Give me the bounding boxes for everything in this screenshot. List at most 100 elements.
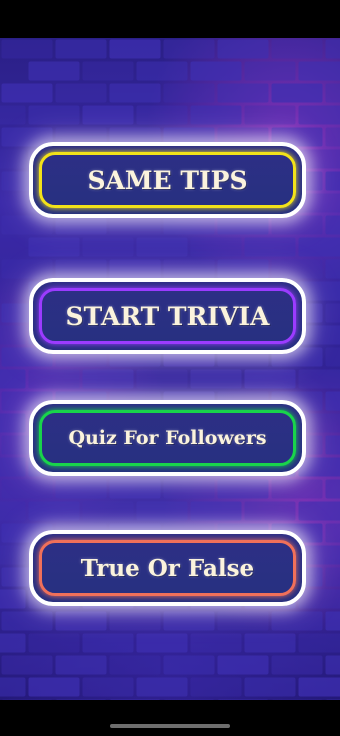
brick xyxy=(244,677,296,697)
brick xyxy=(325,347,340,367)
brick xyxy=(109,83,161,103)
brick xyxy=(0,62,26,81)
brick xyxy=(0,413,26,433)
brick xyxy=(82,61,134,81)
brick xyxy=(28,369,80,389)
brick xyxy=(109,655,161,675)
brick xyxy=(271,259,323,279)
brick xyxy=(28,237,80,257)
brick xyxy=(109,259,161,279)
brick xyxy=(136,237,188,257)
brick xyxy=(217,39,269,59)
brick xyxy=(217,611,269,631)
brick xyxy=(325,303,340,323)
brick xyxy=(190,501,242,521)
true-or-false-button-frame: True Or False xyxy=(39,540,296,596)
brick xyxy=(1,215,53,235)
brick xyxy=(298,501,340,521)
brick xyxy=(1,655,53,675)
brick xyxy=(0,677,26,697)
brick xyxy=(136,369,188,389)
brick xyxy=(163,611,215,631)
brick xyxy=(190,105,242,125)
brick xyxy=(82,105,134,125)
brick xyxy=(109,611,161,631)
brick xyxy=(55,655,107,675)
brick xyxy=(28,61,80,81)
brick xyxy=(244,369,296,389)
brick xyxy=(0,149,26,169)
brick xyxy=(163,479,215,499)
brick xyxy=(0,105,26,125)
start-trivia-label: START TRIVIA xyxy=(65,301,270,331)
brick xyxy=(28,501,80,521)
brick xyxy=(298,633,340,653)
brick xyxy=(298,105,340,125)
true-or-false-label: True Or False xyxy=(80,554,255,582)
brick xyxy=(325,567,340,587)
brick xyxy=(0,589,26,609)
brick xyxy=(325,39,340,59)
brick xyxy=(217,259,269,279)
brick xyxy=(298,677,340,697)
brick xyxy=(298,369,340,389)
brick xyxy=(0,325,26,345)
brick xyxy=(325,655,340,675)
brick xyxy=(0,457,26,477)
brick xyxy=(1,479,53,499)
brick xyxy=(325,479,340,499)
brick xyxy=(190,369,242,389)
brick xyxy=(82,369,134,389)
brick xyxy=(325,83,340,103)
brick xyxy=(55,611,107,631)
quiz-for-followers-button-frame: Quiz For Followers xyxy=(39,410,296,466)
brick xyxy=(0,237,26,257)
brick xyxy=(55,83,107,103)
same-tips-button[interactable]: SAME TIPS xyxy=(29,142,306,218)
brick xyxy=(163,259,215,279)
brick xyxy=(28,677,80,697)
brick xyxy=(325,523,340,543)
brick xyxy=(325,611,340,631)
brick xyxy=(298,61,340,81)
brick xyxy=(298,457,340,477)
bottom-bar xyxy=(0,700,340,736)
same-tips-label: SAME TIPS xyxy=(87,165,248,195)
brick xyxy=(1,39,53,59)
brick xyxy=(109,215,161,235)
start-trivia-button-frame: START TRIVIA xyxy=(39,288,296,344)
brick xyxy=(136,61,188,81)
brick xyxy=(82,237,134,257)
brick xyxy=(136,501,188,521)
brick xyxy=(136,633,188,653)
brick xyxy=(217,479,269,499)
brick xyxy=(271,39,323,59)
brick xyxy=(271,479,323,499)
brick xyxy=(109,479,161,499)
brick xyxy=(136,677,188,697)
home-indicator xyxy=(110,724,230,728)
brick xyxy=(28,633,80,653)
true-or-false-button[interactable]: True Or False xyxy=(29,530,306,606)
brick xyxy=(163,215,215,235)
brick xyxy=(55,215,107,235)
brick xyxy=(298,589,340,609)
brick xyxy=(109,39,161,59)
brick xyxy=(244,105,296,125)
quiz-for-followers-label: Quiz For Followers xyxy=(68,427,267,449)
brick xyxy=(325,171,340,191)
brick xyxy=(190,61,242,81)
brick xyxy=(1,611,53,631)
brick xyxy=(82,677,134,697)
brick xyxy=(0,282,26,301)
quiz-for-followers-button[interactable]: Quiz For Followers xyxy=(29,400,306,476)
brick xyxy=(1,83,53,103)
brick xyxy=(0,633,26,653)
brick xyxy=(55,479,107,499)
brick xyxy=(55,259,107,279)
start-trivia-button[interactable]: START TRIVIA xyxy=(29,278,306,354)
brick xyxy=(325,215,340,235)
brick xyxy=(163,39,215,59)
brick xyxy=(271,83,323,103)
brick xyxy=(0,193,26,213)
